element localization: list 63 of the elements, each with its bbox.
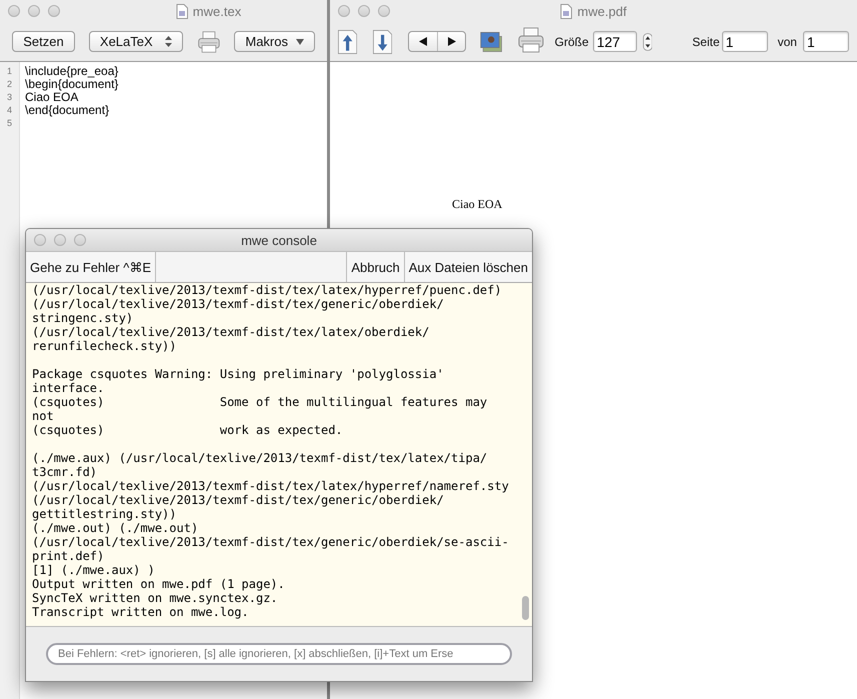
- log-line: t3cmr.fd): [32, 465, 98, 479]
- line-number: 1: [6, 65, 13, 78]
- zoom-button[interactable]: [48, 5, 60, 17]
- close-button[interactable]: [34, 234, 46, 246]
- log-line: (./mwe.aux) (/usr/local/texlive/2013/texmf-dist/tex/latex/tipa/: [32, 451, 488, 465]
- log-line: (/usr/local/texlive/2013/texmf-dist/tex/generic/oberdiek/: [32, 297, 445, 311]
- page-count-label: von: [778, 34, 797, 48]
- caret-icon: [296, 38, 304, 44]
- line-number: 2: [6, 78, 13, 91]
- log-line: stringenc.sty): [32, 311, 134, 325]
- document-icon: [176, 4, 188, 18]
- log-line: [1] (./mwe.aux) ): [32, 563, 156, 577]
- close-button[interactable]: [8, 5, 20, 17]
- log-line: Transcript written on mwe.log.: [32, 605, 250, 619]
- log-line: (./mwe.out) (./mwe.out): [32, 521, 200, 535]
- code-line: \end{document}: [25, 104, 110, 117]
- log-line: (/usr/local/texlive/2013/texmf-dist/tex/latex/hyperref/nameref.sty: [32, 479, 510, 493]
- triangle-left-icon: [419, 37, 428, 46]
- minimize-button[interactable]: [54, 234, 66, 246]
- zoom-button[interactable]: [378, 5, 390, 17]
- line-number: 5: [6, 117, 13, 130]
- page-label: Seite: [692, 34, 720, 48]
- log-line: SyncTeX written on mwe.synctex.gz.: [32, 591, 279, 605]
- size-label: Größe: [554, 34, 589, 48]
- window-title: mwe console: [241, 232, 317, 248]
- code-line: \include{pre_eoa}: [25, 65, 118, 78]
- log-line: (/usr/local/texlive/2013/texmf-dist/tex/latex/hyperref/puenc.def): [32, 283, 503, 297]
- minimize-button[interactable]: [358, 5, 370, 17]
- log-line: print.def): [32, 549, 106, 563]
- log-line: (/usr/local/texlive/2013/texmf-dist/tex/latex/oberdiek/: [32, 325, 430, 339]
- window-title: mwe.pdf: [577, 4, 627, 18]
- engine-dropdown[interactable]: XeLaTeX: [88, 31, 182, 52]
- minimize-button[interactable]: [28, 5, 40, 17]
- code-line: \begin{document}: [25, 78, 118, 91]
- printer-icon[interactable]: [516, 26, 545, 54]
- macros-dropdown[interactable]: Makros: [234, 31, 315, 52]
- log-line: Output written on mwe.pdf (1 page).: [32, 577, 286, 591]
- log-line: Package csquotes Warning: Using preliminary 'polyglossia': [32, 367, 445, 381]
- line-number: 3: [6, 91, 13, 104]
- triangle-right-icon: [448, 37, 456, 46]
- typeset-button[interactable]: Setzen: [12, 31, 75, 52]
- scrollbar-thumb[interactable]: [522, 596, 529, 620]
- console-input-field[interactable]: Bei Fehlern: <ret> ignorieren, [s] alle ignorieren, [x] abschließen, [i]+Text um Erse: [46, 643, 512, 665]
- stepper-arrows-icon: [164, 36, 172, 47]
- code-line: Ciao EOA: [25, 91, 78, 104]
- page-field[interactable]: 1: [722, 31, 768, 52]
- zoom-size-field[interactable]: 127: [592, 31, 637, 52]
- close-button[interactable]: [338, 5, 350, 17]
- log-line: (csquotes) work as expected.: [32, 423, 344, 437]
- log-line: not: [32, 409, 55, 423]
- log-line: (/usr/local/texlive/2013/texmf-dist/tex/generic/oberdiek/se-ascii-: [32, 535, 510, 549]
- document-icon: [560, 4, 572, 18]
- log-line: interface.: [32, 381, 106, 395]
- log-line: (csquotes) Some of the multilingual features may: [32, 395, 488, 409]
- page-count-field[interactable]: 1: [802, 31, 849, 52]
- log-line: (/usr/local/texlive/2013/texmf-dist/tex/generic/oberdiek/: [32, 493, 445, 507]
- stepper-control[interactable]: [642, 30, 652, 52]
- line-number: 4: [6, 104, 13, 117]
- window-title: mwe.tex: [192, 4, 242, 18]
- log-line: gettitlestring.sty)): [32, 507, 178, 521]
- zoom-button[interactable]: [74, 234, 86, 246]
- log-line: rerunfilecheck.sty)): [32, 339, 178, 353]
- document-text: Ciao EOA: [452, 197, 502, 211]
